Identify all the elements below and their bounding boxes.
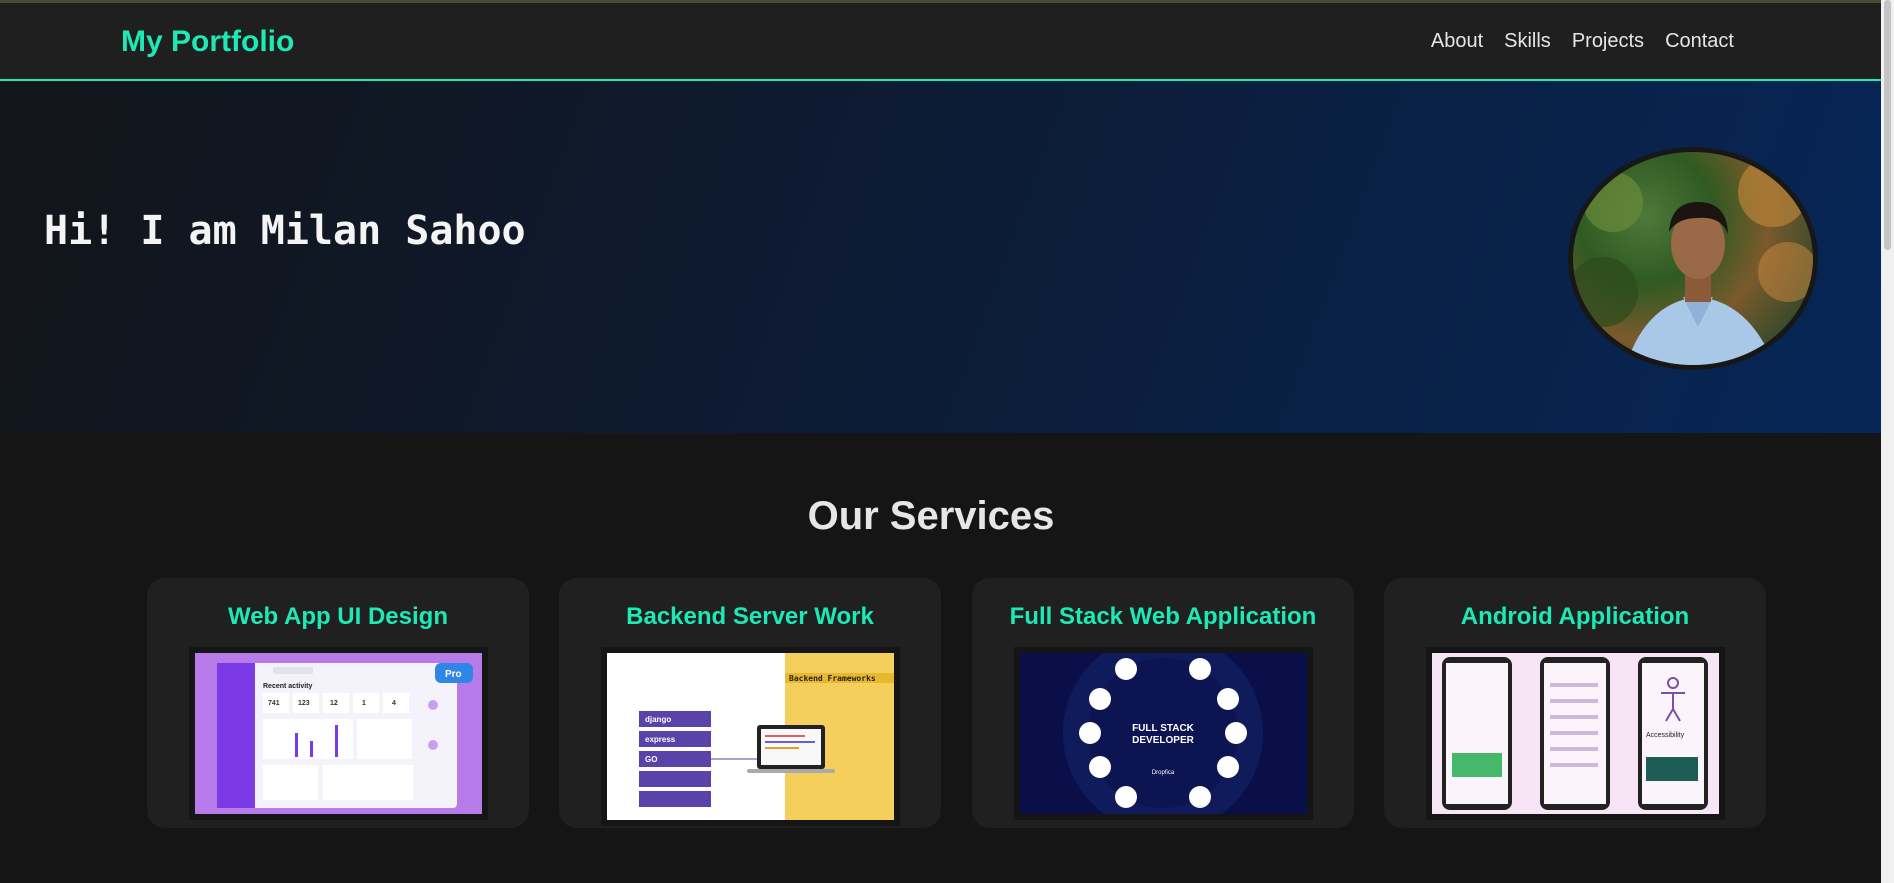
person-portrait-image xyxy=(1573,157,1813,365)
hero-greeting: Hi! I am Milan Sahoo xyxy=(44,208,526,254)
full-stack-label: FULL STACK xyxy=(1132,723,1195,734)
navbar: My Portfolio About Skills Projects Conta… xyxy=(0,3,1881,81)
service-card-fullstack[interactable]: Full Stack Web Application FULL STACK DE… xyxy=(972,578,1354,828)
service-card-web-ui[interactable]: Web App UI Design Recent activity 741 12… xyxy=(147,578,529,828)
services-heading: Our Services xyxy=(807,494,1055,538)
pro-badge: Pro xyxy=(445,669,462,680)
brand-logo[interactable]: My Portfolio xyxy=(121,25,294,59)
profile-photo xyxy=(1568,147,1818,370)
accessibility-label: Accessibility xyxy=(1646,732,1685,739)
web-ui-design-image: Recent activity 741 123 12 1 4 Pro xyxy=(189,647,488,820)
svg-text:1: 1 xyxy=(362,700,366,707)
svg-text:django: django xyxy=(645,715,671,724)
service-card-title: Android Application xyxy=(1460,603,1690,630)
service-card-title: Backend Server Work xyxy=(626,603,874,630)
svg-text:4: 4 xyxy=(392,700,396,707)
nav-link-skills[interactable]: Skills xyxy=(1504,30,1551,53)
svg-text:123: 123 xyxy=(298,700,310,707)
service-card-backend[interactable]: Backend Server Work Backend Frameworks d… xyxy=(559,578,941,828)
nav-link-contact[interactable]: Contact xyxy=(1665,30,1734,53)
nav-link-about[interactable]: About xyxy=(1431,30,1483,53)
scrollbar-thumb[interactable] xyxy=(1884,0,1891,250)
svg-text:12: 12 xyxy=(330,700,338,707)
backend-frameworks-banner: Backend Frameworks xyxy=(789,674,876,683)
hero-section: Hi! I am Milan Sahoo xyxy=(0,81,1881,433)
svg-text:741: 741 xyxy=(268,700,280,707)
full-stack-developer-image: FULL STACK DEVELOPER Dropfica xyxy=(1014,647,1313,820)
nav-link-projects[interactable]: Projects xyxy=(1572,30,1644,53)
backend-server-image: Backend Frameworks django express GO xyxy=(601,647,900,826)
svg-text:DEVELOPER: DEVELOPER xyxy=(1132,735,1194,746)
service-card-android[interactable]: Android Application Accessibility xyxy=(1384,578,1766,828)
svg-text:express: express xyxy=(645,735,676,744)
svg-text:GO: GO xyxy=(645,755,657,764)
recent-activity-label: Recent activity xyxy=(263,683,313,690)
nav-links: About Skills Projects Contact xyxy=(1431,30,1734,53)
service-card-title: Web App UI Design xyxy=(227,603,448,630)
vertical-scrollbar[interactable] xyxy=(1881,0,1894,883)
dropfica-brand: Dropfica xyxy=(1152,770,1175,776)
service-card-title: Full Stack Web Application xyxy=(1009,603,1317,630)
android-app-image: Accessibility xyxy=(1426,647,1725,820)
